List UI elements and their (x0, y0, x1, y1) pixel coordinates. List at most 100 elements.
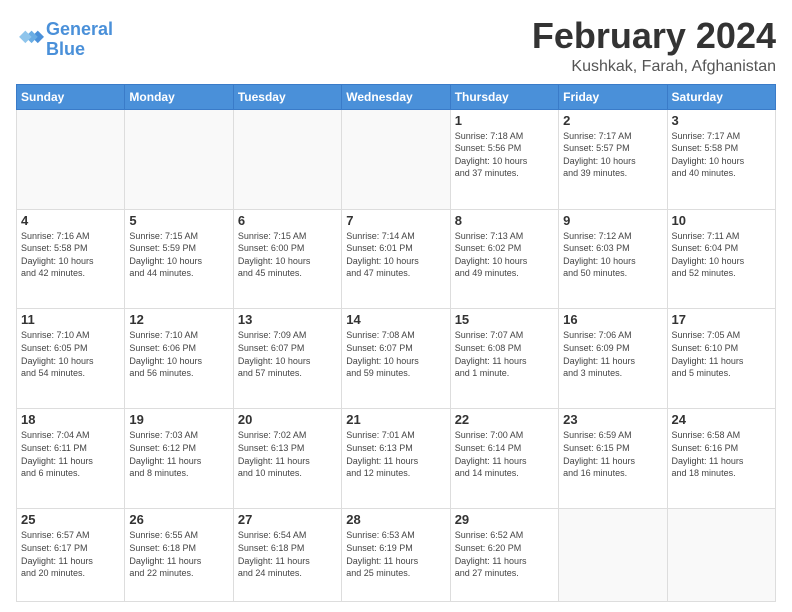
day-info: Sunrise: 6:53 AMSunset: 6:19 PMDaylight:… (346, 529, 445, 579)
day-info: Sunrise: 6:55 AMSunset: 6:18 PMDaylight:… (129, 529, 228, 579)
table-row: 1Sunrise: 7:18 AMSunset: 5:56 PMDaylight… (450, 109, 558, 209)
table-row: 20 Sunrise: 7:02 AMSunset: 6:13 PMDayligh… (233, 409, 341, 509)
col-wednesday: Wednesday (342, 84, 450, 109)
day-number: 15 (455, 312, 554, 327)
day-info: Sunrise: 7:01 AMSunset: 6:13 PMDaylight:… (346, 429, 445, 479)
day-number: 17 (672, 312, 771, 327)
day-number: 4 (21, 213, 120, 228)
day-number: 3 (672, 113, 771, 128)
day-info: Sunrise: 7:07 AMSunset: 6:08 PMDaylight:… (455, 329, 554, 379)
day-number: 13 (238, 312, 337, 327)
table-row (233, 109, 341, 209)
table-row: 4 Sunrise: 7:16 AMSunset: 5:58 PMDaylight… (17, 209, 125, 309)
day-info: Sunrise: 7:10 AMSunset: 6:06 PMDaylight:… (129, 329, 228, 379)
calendar-week-3: 18 Sunrise: 7:04 AMSunset: 6:11 PMDayligh… (17, 409, 776, 509)
day-info: Sunrise: 6:59 AMSunset: 6:15 PMDaylight:… (563, 429, 662, 479)
day-number: 18 (21, 412, 120, 427)
day-info: Sunrise: 6:52 AMSunset: 6:20 PMDaylight:… (455, 529, 554, 579)
table-row: 8Sunrise: 7:13 AMSunset: 6:02 PMDaylight… (450, 209, 558, 309)
logo-text: General Blue (46, 20, 113, 60)
calendar-week-0: 1Sunrise: 7:18 AMSunset: 5:56 PMDaylight… (17, 109, 776, 209)
table-row: 16 Sunrise: 7:06 AMSunset: 6:09 PMDayligh… (559, 309, 667, 409)
table-row: 21Sunrise: 7:01 AMSunset: 6:13 PMDayligh… (342, 409, 450, 509)
day-number: 28 (346, 512, 445, 527)
day-info: Sunrise: 7:15 AMSunset: 5:59 PMDaylight:… (129, 230, 228, 280)
day-info: Sunrise: 6:57 AMSunset: 6:17 PMDaylight:… (21, 529, 120, 579)
table-row (559, 509, 667, 602)
day-info: Sunrise: 7:04 AMSunset: 6:11 PMDaylight:… (21, 429, 120, 479)
table-row: 2 Sunrise: 7:17 AMSunset: 5:57 PMDaylight… (559, 109, 667, 209)
day-info: Sunrise: 7:12 AMSunset: 6:03 PMDaylight:… (563, 230, 662, 280)
table-row: 24Sunrise: 6:58 AMSunset: 6:16 PMDayligh… (667, 409, 775, 509)
table-row: 7 Sunrise: 7:14 AMSunset: 6:01 PMDaylight… (342, 209, 450, 309)
col-saturday: Saturday (667, 84, 775, 109)
day-info: Sunrise: 7:03 AMSunset: 6:12 PMDaylight:… (129, 429, 228, 479)
day-info: Sunrise: 7:02 AMSunset: 6:13 PMDaylight:… (238, 429, 337, 479)
table-row: 18 Sunrise: 7:04 AMSunset: 6:11 PMDayligh… (17, 409, 125, 509)
header: General Blue February 2024 Kushkak, Fara… (16, 16, 776, 76)
table-row (17, 109, 125, 209)
table-row: 17 Sunrise: 7:05 AMSunset: 6:10 PMDayligh… (667, 309, 775, 409)
day-info: Sunrise: 7:16 AMSunset: 5:58 PMDaylight:… (21, 230, 120, 280)
day-number: 16 (563, 312, 662, 327)
logo-general: General (46, 19, 113, 39)
title-block: February 2024 Kushkak, Farah, Afghanista… (532, 16, 776, 76)
day-info: Sunrise: 7:14 AMSunset: 6:01 PMDaylight:… (346, 230, 445, 280)
table-row: 25 Sunrise: 6:57 AMSunset: 6:17 PMDayligh… (17, 509, 125, 602)
day-number: 2 (563, 113, 662, 128)
table-row: 13 Sunrise: 7:09 AMSunset: 6:07 PMDayligh… (233, 309, 341, 409)
day-number: 10 (672, 213, 771, 228)
day-number: 11 (21, 312, 120, 327)
table-row: 5 Sunrise: 7:15 AMSunset: 5:59 PMDaylight… (125, 209, 233, 309)
table-row: 10 Sunrise: 7:11 AMSunset: 6:04 PMDayligh… (667, 209, 775, 309)
table-row: 23Sunrise: 6:59 AMSunset: 6:15 PMDayligh… (559, 409, 667, 509)
calendar-header-row: Sunday Monday Tuesday Wednesday Thursday… (17, 84, 776, 109)
page: General Blue February 2024 Kushkak, Fara… (0, 0, 792, 612)
day-number: 5 (129, 213, 228, 228)
day-number: 7 (346, 213, 445, 228)
col-sunday: Sunday (17, 84, 125, 109)
table-row: 15 Sunrise: 7:07 AMSunset: 6:08 PMDayligh… (450, 309, 558, 409)
day-number: 27 (238, 512, 337, 527)
day-number: 1 (455, 113, 554, 128)
day-number: 12 (129, 312, 228, 327)
location-title: Kushkak, Farah, Afghanistan (532, 58, 776, 76)
day-number: 20 (238, 412, 337, 427)
day-info: Sunrise: 7:11 AMSunset: 6:04 PMDaylight:… (672, 230, 771, 280)
day-info: Sunrise: 7:06 AMSunset: 6:09 PMDaylight:… (563, 329, 662, 379)
table-row: 12 Sunrise: 7:10 AMSunset: 6:06 PMDayligh… (125, 309, 233, 409)
calendar-table: Sunday Monday Tuesday Wednesday Thursday… (16, 84, 776, 602)
logo: General Blue (16, 20, 113, 60)
day-number: 19 (129, 412, 228, 427)
day-number: 25 (21, 512, 120, 527)
table-row: 9 Sunrise: 7:12 AMSunset: 6:03 PMDaylight… (559, 209, 667, 309)
table-row: 26 Sunrise: 6:55 AMSunset: 6:18 PMDayligh… (125, 509, 233, 602)
day-number: 22 (455, 412, 554, 427)
logo-blue: Blue (46, 39, 85, 59)
table-row: 29Sunrise: 6:52 AMSunset: 6:20 PMDayligh… (450, 509, 558, 602)
table-row: 3 Sunrise: 7:17 AMSunset: 5:58 PMDaylight… (667, 109, 775, 209)
day-info: Sunrise: 7:09 AMSunset: 6:07 PMDaylight:… (238, 329, 337, 379)
table-row: 11Sunrise: 7:10 AMSunset: 6:05 PMDayligh… (17, 309, 125, 409)
day-info: Sunrise: 7:17 AMSunset: 5:57 PMDaylight:… (563, 130, 662, 180)
day-info: Sunrise: 7:00 AMSunset: 6:14 PMDaylight:… (455, 429, 554, 479)
table-row (342, 109, 450, 209)
day-number: 9 (563, 213, 662, 228)
day-info: Sunrise: 7:17 AMSunset: 5:58 PMDaylight:… (672, 130, 771, 180)
day-info: Sunrise: 7:05 AMSunset: 6:10 PMDaylight:… (672, 329, 771, 379)
table-row (125, 109, 233, 209)
day-number: 6 (238, 213, 337, 228)
logo-icon (16, 26, 44, 54)
col-friday: Friday (559, 84, 667, 109)
day-number: 26 (129, 512, 228, 527)
month-title: February 2024 (532, 16, 776, 56)
day-number: 14 (346, 312, 445, 327)
calendar-week-4: 25 Sunrise: 6:57 AMSunset: 6:17 PMDayligh… (17, 509, 776, 602)
day-number: 8 (455, 213, 554, 228)
day-number: 24 (672, 412, 771, 427)
table-row: 28 Sunrise: 6:53 AMSunset: 6:19 PMDayligh… (342, 509, 450, 602)
table-row: 27 Sunrise: 6:54 AMSunset: 6:18 PMDayligh… (233, 509, 341, 602)
table-row (667, 509, 775, 602)
day-info: Sunrise: 6:54 AMSunset: 6:18 PMDaylight:… (238, 529, 337, 579)
col-monday: Monday (125, 84, 233, 109)
